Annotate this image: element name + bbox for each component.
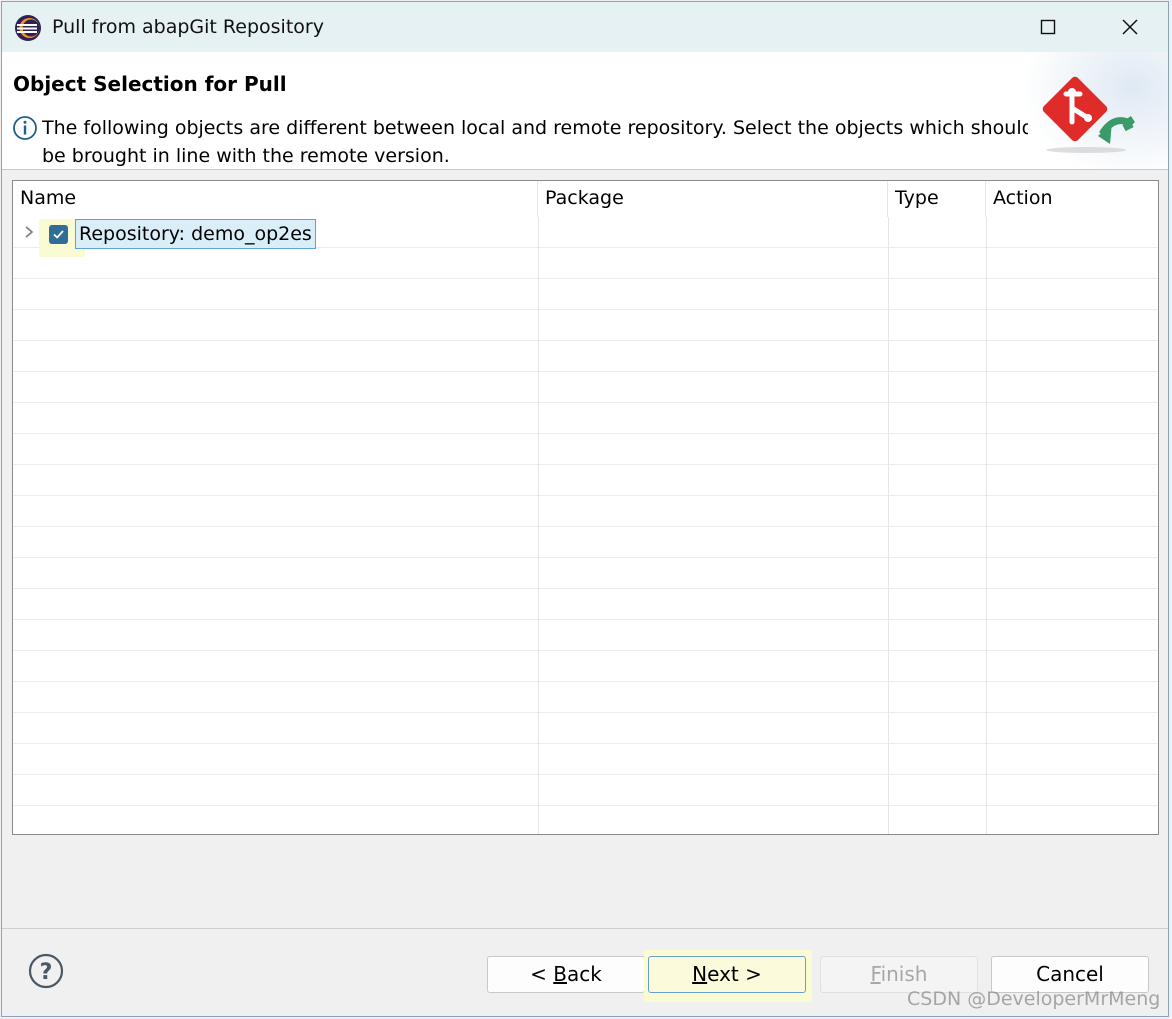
title-bar: Pull from abapGit Repository [2,2,1168,52]
page-title: Object Selection for Pull [13,72,287,96]
close-icon [1122,19,1138,35]
repository-name[interactable]: Repository: demo_op2es [75,219,316,249]
check-icon [53,230,64,239]
info-icon [13,116,37,140]
column-header-name[interactable]: Name [13,181,538,217]
chevron-right-icon[interactable] [22,223,36,241]
column-divider [986,217,987,834]
back-mnemonic: B [553,962,567,986]
column-header-type[interactable]: Type [888,181,986,217]
column-divider [538,217,539,834]
back-button[interactable]: < Back [487,956,645,993]
window-title: Pull from abapGit Repository [52,16,324,38]
dialog-window: Pull from abapGit Repository Object Sele… [1,1,1169,1017]
finish-label: inish [880,962,928,986]
watermark: CSDN @DeveloperMrMeng [907,988,1161,1010]
maximize-icon [1040,19,1056,35]
table-header: Name Package Type Action [13,181,1158,217]
close-button[interactable] [1100,2,1160,52]
column-header-package[interactable]: Package [538,181,888,217]
footer-separator [2,928,1168,929]
finish-mnemonic: F [870,962,881,986]
next-button[interactable]: Next > [648,956,806,993]
svg-text:?: ? [40,960,53,985]
back-label: ack [567,962,602,986]
column-divider [888,217,889,834]
abapgit-banner-icon [1028,52,1168,169]
next-label: ext > [707,962,762,986]
column-header-action[interactable]: Action [986,181,1158,217]
repository-checkbox[interactable] [49,225,68,244]
maximize-button[interactable] [1018,2,1078,52]
objects-table[interactable]: Name Package Type Action Repository: dem… [12,180,1159,835]
page-description: The following objects are different betw… [42,117,1034,167]
eclipse-app-icon [15,15,41,41]
help-icon[interactable]: ? [28,953,64,989]
table-grid [13,217,1158,834]
wizard-header: Object Selection for Pull The following … [2,52,1168,170]
next-mnemonic: N [692,962,708,986]
back-prefix: < [530,962,554,986]
